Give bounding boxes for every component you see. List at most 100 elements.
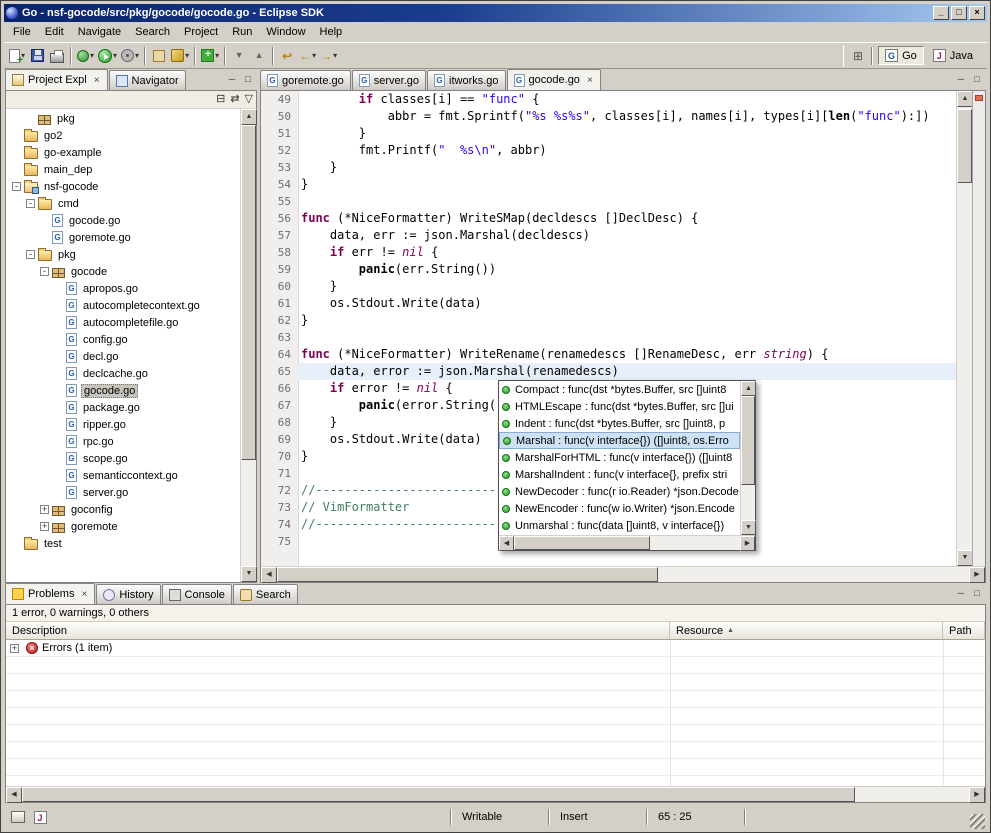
new-wizard-button[interactable]: ▾ [7, 45, 27, 67]
scroll-thumb[interactable] [741, 396, 755, 485]
completion-item[interactable]: MarshalForHTML : func(v interface{}) ([]… [499, 449, 740, 466]
minimize-view-button[interactable]: ─ [225, 73, 239, 86]
code-line-60[interactable]: 60 } [261, 278, 956, 295]
editor-vscrollbar[interactable]: ▲ ▼ [956, 91, 972, 566]
collapse-icon[interactable]: - [12, 182, 21, 191]
problems-row[interactable]: +Errors (1 item) [6, 640, 985, 657]
last-edit-location-button[interactable]: ↩ [277, 45, 297, 67]
perspective-go-button[interactable]: GGo [878, 46, 924, 65]
scroll-track[interactable] [241, 125, 256, 566]
expand-icon[interactable]: + [40, 505, 49, 514]
scroll-track[interactable] [957, 107, 972, 550]
scroll-right-icon[interactable]: ▶ [740, 536, 755, 551]
tree-item-scope-go[interactable]: scope.go [6, 450, 240, 467]
scroll-left-icon[interactable]: ◀ [6, 787, 22, 803]
tree-item-autocompletecontext-go[interactable]: autocompletecontext.go [6, 297, 240, 314]
editor-tab-server-go[interactable]: server.go [352, 70, 426, 90]
scroll-up-icon[interactable]: ▲ [241, 109, 257, 125]
completion-item[interactable]: MarshalIndent : func(v interface{}, pref… [499, 466, 740, 483]
tree-item-gocode-go[interactable]: gocode.go [6, 212, 240, 229]
editor-tab-itworks-go[interactable]: itworks.go [427, 70, 506, 90]
scroll-thumb[interactable] [22, 787, 855, 802]
view-tab-project-expl[interactable]: Project Expl× [5, 69, 108, 90]
error-marker[interactable] [975, 95, 983, 101]
problems-hscrollbar[interactable]: ◀ ▶ [6, 786, 985, 802]
tree-item-go2[interactable]: go2 [6, 127, 240, 144]
popup-vscrollbar[interactable]: ▲ ▼ [740, 381, 755, 535]
run-button[interactable]: ▾ [96, 45, 119, 67]
resize-grip[interactable] [970, 814, 985, 829]
view-tab-navigator[interactable]: Navigator [109, 70, 186, 90]
menu-search[interactable]: Search [128, 23, 177, 41]
code-line-57[interactable]: 57 data, err := json.Marshal(decldescs) [261, 227, 956, 244]
view-tab-search[interactable]: Search [233, 584, 298, 604]
completion-item[interactable]: Compact : func(dst *bytes.Buffer, src []… [499, 381, 740, 398]
column-header-path[interactable]: Path [943, 622, 985, 640]
scroll-right-icon[interactable]: ▶ [969, 787, 985, 803]
tree-item-autocompletefile-go[interactable]: autocompletefile.go [6, 314, 240, 331]
code-line-51[interactable]: 51 } [261, 125, 956, 142]
open-type-button[interactable] [149, 45, 169, 67]
tree-item-goremote-go[interactable]: goremote.go [6, 229, 240, 246]
scroll-up-icon[interactable]: ▲ [957, 91, 973, 107]
close-tab-icon[interactable]: × [586, 74, 594, 87]
print-button[interactable] [47, 45, 67, 67]
scroll-up-icon[interactable]: ▲ [741, 381, 756, 396]
view-tab-history[interactable]: History [96, 584, 160, 604]
fast-view-button[interactable] [8, 806, 28, 828]
view-menu-button[interactable]: ▽ [245, 94, 253, 105]
code-line-54[interactable]: 54} [261, 176, 956, 193]
explorer-vscrollbar[interactable]: ▲ ▼ [240, 109, 256, 582]
maximize-view-button[interactable]: □ [241, 73, 255, 86]
code-line-55[interactable]: 55 [261, 193, 956, 210]
menu-project[interactable]: Project [177, 23, 225, 41]
view-tab-console[interactable]: Console [162, 584, 232, 604]
code-line-49[interactable]: 49 if classes[i] == "func" { [261, 91, 956, 108]
code-line-65[interactable]: 65 data, error := json.Marshal(renamedes… [261, 363, 956, 380]
close-tab-icon[interactable]: × [93, 74, 101, 87]
tree-item-rpc-go[interactable]: rpc.go [6, 433, 240, 450]
editor-hscrollbar[interactable]: ◀ ▶ [261, 566, 985, 582]
perspective-java-button[interactable]: JJava [926, 46, 980, 65]
completion-item[interactable]: Unmarshal : func(data []uint8, v interfa… [499, 517, 740, 534]
scroll-down-icon[interactable]: ▼ [741, 520, 756, 535]
scroll-thumb[interactable] [514, 536, 650, 550]
tree-item-goconfig[interactable]: +goconfig [6, 501, 240, 518]
maximize-button[interactable]: □ [951, 6, 967, 20]
maximize-view-button[interactable]: □ [970, 73, 984, 86]
tree-item-pkg[interactable]: -pkg [6, 246, 240, 263]
open-perspective-button[interactable]: ⊞ [848, 45, 868, 67]
scroll-thumb[interactable] [957, 109, 972, 183]
code-line-59[interactable]: 59 panic(err.String()) [261, 261, 956, 278]
column-header-resource[interactable]: Resource▲ [670, 622, 943, 640]
editor-tab-gocode-go[interactable]: gocode.go× [507, 69, 601, 90]
code-line-52[interactable]: 52 fmt.Printf(" %s\n", abbr) [261, 142, 956, 159]
collapse-icon[interactable]: - [26, 199, 35, 208]
minimize-view-button[interactable]: ─ [954, 73, 968, 86]
scroll-track[interactable] [741, 396, 755, 520]
completion-item[interactable]: NewEncoder : func(w io.Writer) *json.Enc… [499, 500, 740, 517]
minimize-button[interactable]: _ [933, 6, 949, 20]
tree-item-ripper-go[interactable]: ripper.go [6, 416, 240, 433]
debug-button[interactable]: ▾ [75, 45, 96, 67]
popup-hscrollbar[interactable]: ◀ ▶ [499, 535, 755, 550]
tree-item-go-example[interactable]: go-example [6, 144, 240, 161]
code-line-53[interactable]: 53 } [261, 159, 956, 176]
tree-item-semanticcontext-go[interactable]: semanticcontext.go [6, 467, 240, 484]
search-button[interactable]: ▾ [169, 45, 191, 67]
scroll-thumb[interactable] [277, 567, 658, 582]
menu-navigate[interactable]: Navigate [71, 23, 128, 41]
prev-annotation-button[interactable]: ▲ [249, 45, 269, 67]
menu-run[interactable]: Run [225, 23, 259, 41]
tree-item-decl-go[interactable]: decl.go [6, 348, 240, 365]
tree-item-gocode[interactable]: -gocode [6, 263, 240, 280]
scroll-track[interactable] [22, 787, 969, 802]
tree-item-package-go[interactable]: package.go [6, 399, 240, 416]
tree-item-server-go[interactable]: server.go [6, 484, 240, 501]
tree-item-gocode-go[interactable]: gocode.go [6, 382, 240, 399]
code-line-64[interactable]: 64func (*NiceFormatter) WriteRename(rena… [261, 346, 956, 363]
tree-item-config-go[interactable]: config.go [6, 331, 240, 348]
code-line-61[interactable]: 61 os.Stdout.Write(data) [261, 295, 956, 312]
collapse-icon[interactable]: - [40, 267, 49, 276]
new-element-button[interactable]: ▾ [199, 45, 221, 67]
